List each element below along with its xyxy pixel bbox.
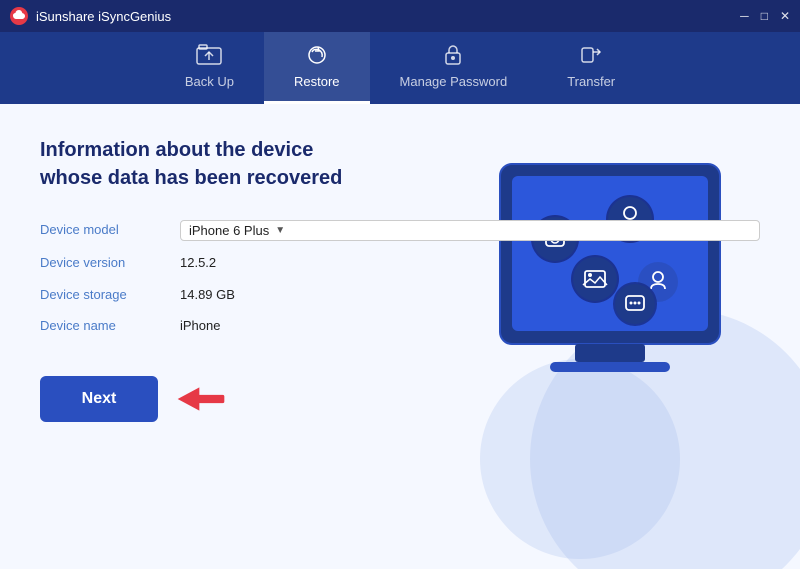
nav-item-manage-password[interactable]: Manage Password xyxy=(370,32,538,104)
arrow-left-icon xyxy=(176,383,226,415)
maximize-button[interactable]: □ xyxy=(761,9,768,23)
chevron-down-icon: ▼ xyxy=(275,225,285,236)
titlebar-left: iSunshare iSyncGenius xyxy=(10,7,171,25)
main-title: Information about the device whose data … xyxy=(40,136,360,192)
next-button[interactable]: Next xyxy=(40,376,158,422)
backup-icon xyxy=(196,44,222,70)
device-storage-label: Device storage xyxy=(40,285,170,305)
device-storage-value: 14.89 GB xyxy=(180,285,760,305)
device-name-value: iPhone xyxy=(180,316,760,336)
close-button[interactable]: ✕ xyxy=(780,9,790,23)
restore-icon xyxy=(304,44,330,70)
app-title: iSunshare iSyncGenius xyxy=(36,9,171,24)
titlebar: iSunshare iSyncGenius ─ □ ✕ xyxy=(0,0,800,32)
device-model-value: iPhone 6 Plus xyxy=(189,223,269,238)
transfer-icon xyxy=(580,44,602,70)
device-name-label: Device name xyxy=(40,316,170,336)
nav-item-backup[interactable]: Back Up xyxy=(155,32,264,104)
device-version-value: 12.5.2 xyxy=(180,253,760,273)
minimize-button[interactable]: ─ xyxy=(740,9,749,23)
titlebar-controls[interactable]: ─ □ ✕ xyxy=(740,9,790,23)
device-model-label: Device model xyxy=(40,220,170,241)
navbar: Back Up Restore Manage Password xyxy=(0,32,800,104)
nav-restore-label: Restore xyxy=(294,74,340,89)
info-section: Information about the device whose data … xyxy=(40,136,760,422)
nav-item-transfer[interactable]: Transfer xyxy=(537,32,645,104)
nav-backup-label: Back Up xyxy=(185,74,234,89)
nav-transfer-label: Transfer xyxy=(567,74,615,89)
nav-item-restore[interactable]: Restore xyxy=(264,32,370,104)
manage-password-icon xyxy=(442,44,464,70)
device-version-label: Device version xyxy=(40,253,170,273)
device-model-select[interactable]: iPhone 6 Plus ▼ xyxy=(180,220,760,241)
device-info-grid: Device model iPhone 6 Plus ▼ Device vers… xyxy=(40,220,760,336)
app-icon xyxy=(10,7,28,25)
main-content: Information about the device whose data … xyxy=(0,104,800,569)
nav-manage-password-label: Manage Password xyxy=(400,74,508,89)
next-row: Next xyxy=(40,376,760,422)
